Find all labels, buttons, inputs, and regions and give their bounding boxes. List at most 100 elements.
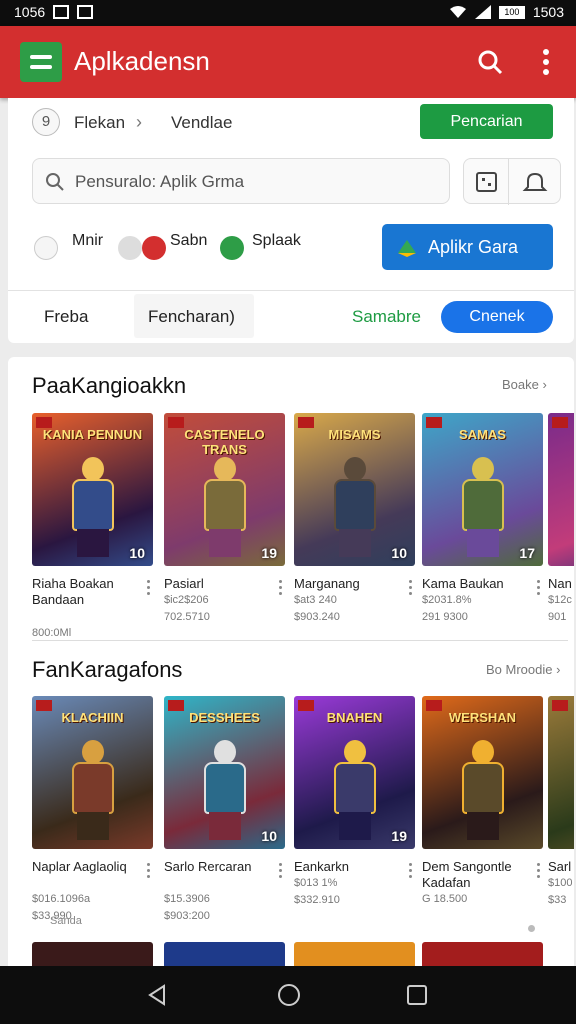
game-more-icon[interactable]: [278, 579, 284, 597]
wifi-icon: [449, 6, 466, 18]
game-price-2: $332.910: [294, 894, 340, 906]
more-options-icon[interactable]: [536, 46, 556, 78]
game-price-1: $ic2$206: [164, 594, 209, 606]
game-hero-image: [198, 457, 252, 557]
game-price-1: $at3 240: [294, 594, 337, 606]
game-rank: 10: [261, 828, 277, 844]
game-name[interactable]: Sarl: [548, 859, 574, 875]
game-name[interactable]: Eankarkn: [294, 859, 410, 875]
game-hero-image: [66, 740, 120, 840]
notification-bell-icon[interactable]: [522, 171, 548, 195]
status-time-right: 1503: [532, 4, 564, 20]
game-banner-text: BNAHEN: [326, 710, 383, 725]
game-tile[interactable]: [548, 696, 574, 849]
game-tile[interactable]: KLACHIIN: [32, 696, 153, 849]
chip-mnir-icon[interactable]: [34, 236, 58, 260]
game-tile[interactable]: KANIA PENNUN 10: [32, 413, 153, 566]
tab-cnenek[interactable]: Cnenek: [441, 301, 553, 333]
game-more-icon[interactable]: [278, 862, 284, 880]
game-tile[interactable]: CASTENELO TRANS 19: [164, 413, 285, 566]
game-banner-text: KANIA PENNUN: [42, 427, 143, 442]
game-tile[interactable]: MISAMS 10: [294, 413, 415, 566]
game-hero-image: [328, 740, 382, 840]
game-more-icon[interactable]: [536, 862, 542, 880]
game-hero-image: [198, 740, 252, 840]
app-title: Aplkadensn: [74, 46, 210, 76]
page-indicator-dot: [528, 925, 535, 932]
chevron-right-icon: ›: [136, 112, 142, 132]
message-icon: [77, 5, 94, 19]
tab-samabre[interactable]: Samabre: [352, 307, 421, 327]
tab-freba[interactable]: Freba: [44, 307, 88, 327]
game-rank: 19: [261, 545, 277, 561]
game-name[interactable]: Marganang: [294, 576, 410, 592]
search-icon[interactable]: [476, 48, 504, 76]
game-rank: 10: [391, 545, 407, 561]
game-tile[interactable]: DESSHEES 10: [164, 696, 285, 849]
chip-circle-icon[interactable]: [118, 236, 142, 260]
divider: [8, 290, 574, 291]
game-tile[interactable]: WERSHAN: [422, 696, 543, 849]
search-button[interactable]: Pencarian: [420, 104, 553, 139]
game-rank: 10: [129, 545, 145, 561]
game-banner-text: SAMAS: [459, 427, 506, 442]
breadcrumb-number[interactable]: 9: [32, 108, 60, 136]
chip-sabn-icon[interactable]: [142, 236, 166, 260]
scan-actions: [463, 158, 561, 205]
content-card: PaaKangioakkn Boake › KANIA PENNUN 10 Riah…: [8, 357, 574, 977]
breadcrumb-item-1[interactable]: Flekan: [74, 113, 125, 133]
game-hero-image: [456, 457, 510, 557]
game-rank: 19: [391, 828, 407, 844]
game-tile[interactable]: SAMAS 17: [422, 413, 543, 566]
game-banner-text: KLACHIIN: [61, 710, 124, 725]
game-price-1: $12c: [548, 594, 572, 606]
tab-fencharan[interactable]: Fencharan): [134, 294, 254, 338]
game-banner-text: CASTENELO TRANS: [184, 427, 265, 457]
game-name[interactable]: Kama Baukan: [422, 576, 538, 592]
home-icon[interactable]: [277, 983, 301, 1007]
game-price-1: $013 1%: [294, 877, 338, 889]
breadcrumb-item-2[interactable]: Vendlae: [171, 113, 232, 133]
section-2-more-label: Bo Mroodie: [486, 662, 553, 677]
app-logo-icon[interactable]: [20, 42, 62, 82]
section-1-more-link[interactable]: Boake ›: [502, 377, 547, 392]
section-2-more-link[interactable]: Bo Mroodie ›: [486, 662, 560, 677]
game-more-icon[interactable]: [536, 579, 542, 597]
game-more-icon[interactable]: [408, 579, 414, 597]
chip-sabn-label[interactable]: Sabn: [170, 232, 207, 250]
chip-mnir-label[interactable]: Mnir: [72, 232, 103, 250]
scan-icon[interactable]: [464, 159, 509, 205]
game-hero-image: [456, 740, 510, 840]
game-hero-image: [328, 457, 382, 557]
battery-icon: 100: [498, 5, 525, 19]
game-name[interactable]: Nan: [548, 576, 574, 592]
game-more-icon[interactable]: [408, 862, 414, 880]
section-2-title: FanKaragafons: [32, 657, 183, 682]
game-price-2: $33: [548, 894, 567, 906]
search-input[interactable]: Pensuralo: Aplik Grma: [32, 158, 450, 204]
game-more-icon[interactable]: [146, 862, 152, 880]
game-price-2: $903.240: [294, 611, 340, 623]
status-time-left: 1056: [14, 4, 46, 20]
chip-splaak-label[interactable]: Splaak: [252, 232, 301, 250]
game-hero-image: [66, 457, 120, 557]
filter-card: 9 Flekan › Vendlae Pencarian Pensuralo: …: [8, 98, 574, 343]
game-tile[interactable]: [548, 413, 574, 566]
game-price-1: G 18.500: [422, 893, 468, 905]
game-name[interactable]: Riaha Boakan Bandaan: [32, 576, 148, 608]
game-more-icon[interactable]: [146, 579, 152, 597]
search-placeholder: Pensuralo: Aplik Grma: [75, 172, 245, 191]
game-name[interactable]: Naplar Aaglaoliq: [32, 859, 148, 875]
recents-icon[interactable]: [406, 984, 428, 1006]
apps-games-button[interactable]: Aplikr Gara: [382, 224, 553, 270]
chip-splaak-icon[interactable]: [220, 236, 244, 260]
back-icon[interactable]: [146, 983, 168, 1007]
game-name[interactable]: Sarlo Rercaran: [164, 859, 280, 875]
section-separator: [32, 640, 568, 641]
game-tile[interactable]: BNAHEN 19: [294, 696, 415, 849]
game-price-2: 702.5710: [164, 611, 210, 623]
game-price-2: 291 9300: [422, 611, 468, 623]
game-name[interactable]: Pasiarl: [164, 576, 280, 592]
game-name[interactable]: Dem Sangontle Kadafan: [422, 859, 538, 891]
game-price-2: 901: [548, 611, 567, 623]
